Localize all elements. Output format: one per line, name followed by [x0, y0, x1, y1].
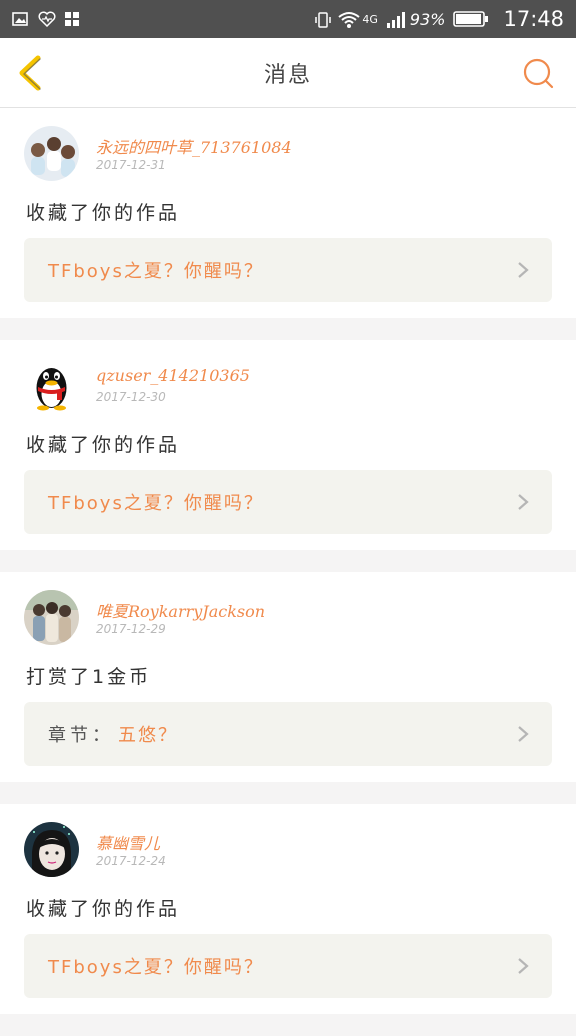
work-title: TFboys之夏？你醒吗？ — [48, 957, 264, 978]
vibrate-icon — [314, 11, 332, 28]
message-date: 2017-12-29 — [96, 622, 166, 636]
avatar[interactable] — [24, 358, 79, 413]
status-bar: 4G 93% 17:48 — [0, 0, 576, 38]
health-icon — [38, 11, 56, 28]
chapter-title: 五悠？ — [118, 725, 178, 746]
wifi-icon — [338, 11, 360, 28]
chevron-right-icon — [518, 262, 529, 278]
message-date: 2017-12-31 — [96, 158, 166, 172]
chevron-right-icon — [518, 726, 529, 742]
back-button[interactable] — [14, 54, 48, 92]
avatar[interactable] — [24, 126, 79, 181]
avatar-image — [24, 822, 79, 877]
avatar-image — [24, 126, 79, 181]
chapter-label: 章节： — [48, 725, 114, 746]
avatar[interactable] — [24, 822, 79, 877]
apps-icon — [64, 11, 80, 27]
network-type: 4G — [362, 12, 378, 26]
work-title: TFboys之夏？你醒吗？ — [48, 261, 264, 282]
signal-icon — [386, 11, 405, 28]
avatar-image — [24, 590, 79, 645]
message-date: 2017-12-30 — [96, 390, 166, 404]
battery-percent: 93% — [409, 9, 446, 29]
gallery-icon — [12, 11, 28, 27]
work-title: TFboys之夏？你醒吗？ — [48, 493, 264, 514]
qq-penguin-avatar — [24, 358, 79, 413]
action-text: 收藏了你的作品 — [26, 434, 181, 456]
avatar[interactable] — [24, 590, 79, 645]
work-link[interactable]: TFboys之夏？你醒吗？ — [24, 470, 552, 534]
action-text: 收藏了你的作品 — [26, 898, 181, 920]
username[interactable]: 唯夏RoykarryJackson — [96, 598, 265, 622]
message-card: 慕幽雪儿 2017-12-24 收藏了你的作品 TFboys之夏？你醒吗？ — [0, 804, 576, 1014]
battery-icon — [453, 11, 489, 27]
message-card: qzuser_414210365 2017-12-30 收藏了你的作品 TFbo… — [0, 340, 576, 550]
chevron-right-icon — [518, 958, 529, 974]
message-list: 永远的四叶草_713761084 2017-12-31 收藏了你的作品 TFbo… — [0, 108, 576, 1036]
search-icon — [523, 58, 554, 89]
back-arrow-icon — [19, 55, 41, 91]
chevron-right-icon — [518, 494, 529, 510]
action-text: 收藏了你的作品 — [26, 202, 181, 224]
username[interactable]: 慕幽雪儿 — [96, 830, 160, 854]
nav-bar: 消息 — [0, 38, 576, 108]
work-link[interactable]: TFboys之夏？你醒吗？ — [24, 934, 552, 998]
message-card: 永远的四叶草_713761084 2017-12-31 收藏了你的作品 TFbo… — [0, 108, 576, 318]
work-link[interactable]: TFboys之夏？你醒吗？ — [24, 238, 552, 302]
chapter-link[interactable]: 章节： 五悠？ — [24, 702, 552, 766]
page-title: 消息 — [263, 62, 312, 88]
username[interactable]: 永远的四叶草_713761084 — [96, 134, 292, 158]
username[interactable]: qzuser_414210365 — [96, 366, 250, 385]
clock: 17:48 — [503, 7, 564, 31]
search-button[interactable] — [522, 57, 554, 89]
action-text: 打赏了1金币 — [26, 666, 152, 688]
message-date: 2017-12-24 — [96, 854, 166, 868]
message-card: 唯夏RoykarryJackson 2017-12-29 打赏了1金币 章节： … — [0, 572, 576, 782]
